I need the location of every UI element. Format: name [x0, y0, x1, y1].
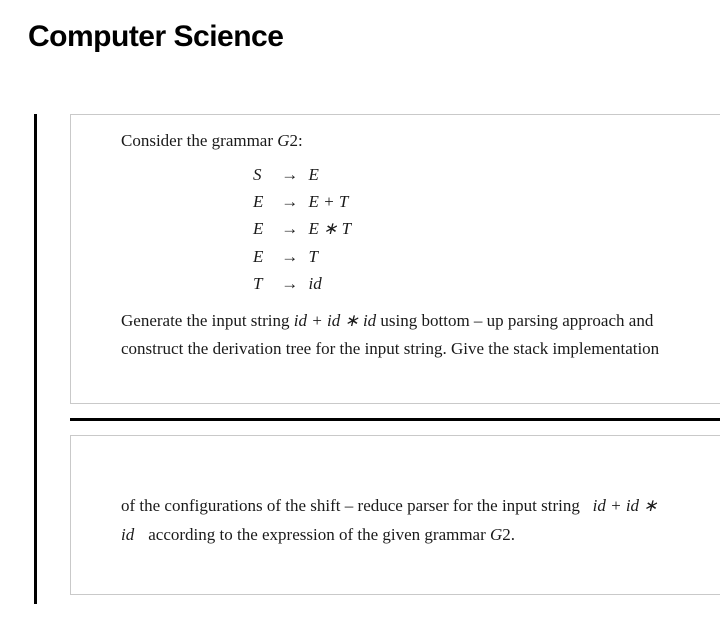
grammar-rule: E → E ∗ T [253, 215, 712, 242]
text-fragment: according to the expression of the given… [148, 525, 490, 544]
question-text-1: Generate the input string id + id ∗ id u… [121, 307, 712, 363]
expression: id + id ∗ id [294, 311, 376, 330]
intro-line: Consider the grammar G2: [121, 131, 712, 151]
text-fragment: Generate the input string [121, 311, 294, 330]
rule-rhs: E [309, 165, 319, 184]
rule-lhs: E [253, 243, 271, 270]
arrow-icon: → [281, 161, 298, 188]
grammar-rule: T → id [253, 270, 712, 297]
question-text-2: of the configurations of the shift – red… [121, 492, 712, 550]
arrow-icon: → [281, 270, 298, 297]
arrow-icon: → [281, 243, 298, 270]
grammar-symbol: G [277, 131, 289, 150]
text-fragment: of the configurations of the shift – red… [121, 496, 580, 515]
arrow-icon: → [281, 188, 298, 215]
grammar-symbol: G [490, 525, 502, 544]
question-panel-2: of the configurations of the shift – red… [70, 435, 720, 595]
expression: id + id ∗ [593, 496, 658, 515]
intro-prefix: Consider the grammar [121, 131, 277, 150]
rule-rhs: id [309, 274, 322, 293]
rule-lhs: S [253, 161, 271, 188]
grammar-number: 2: [290, 131, 303, 150]
grammar-block: S → E E → E + T E → E ∗ T E → T [253, 161, 712, 297]
grammar-rule: S → E [253, 161, 712, 188]
grammar-rule: E → T [253, 243, 712, 270]
page-title: Computer Science [28, 20, 720, 54]
rule-rhs: T [309, 247, 318, 266]
expression-id: id [121, 525, 134, 544]
arrow-icon: → [281, 215, 298, 242]
rule-rhs: E ∗ T [309, 219, 352, 238]
content-area: Consider the grammar G2: S → E E → E + T… [34, 114, 720, 595]
grammar-number: 2. [502, 525, 515, 544]
grammar-rule: E → E + T [253, 188, 712, 215]
vertical-divider [34, 114, 37, 604]
rule-lhs: E [253, 215, 271, 242]
question-panel-1: Consider the grammar G2: S → E E → E + T… [70, 114, 720, 404]
rule-lhs: T [253, 270, 271, 297]
rule-lhs: E [253, 188, 271, 215]
rule-rhs: E + T [309, 192, 349, 211]
horizontal-divider [70, 418, 720, 421]
